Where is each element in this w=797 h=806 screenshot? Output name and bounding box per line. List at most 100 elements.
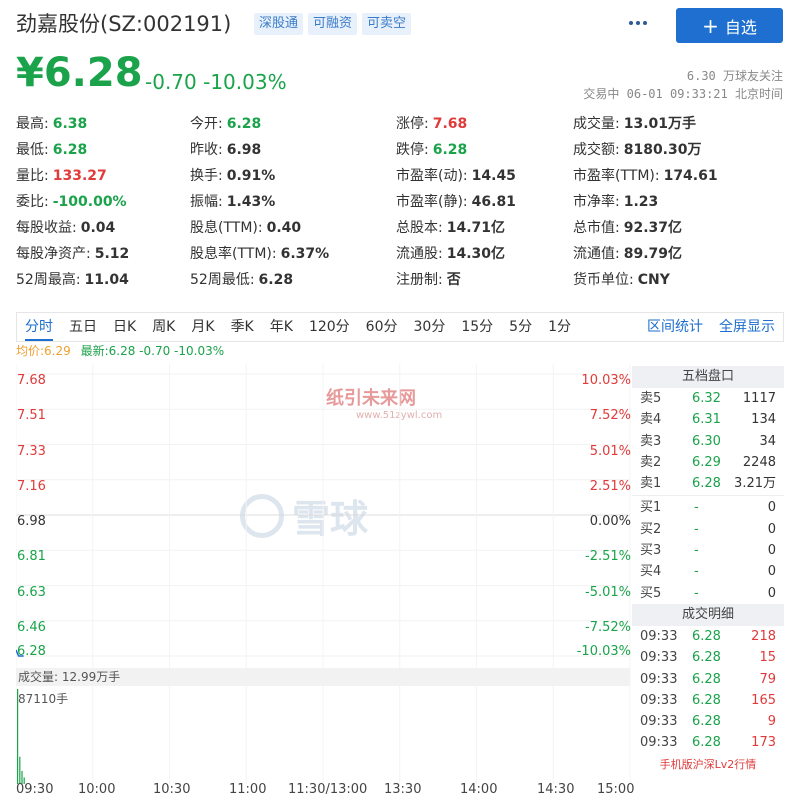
quote-label: 成交额: (573, 142, 620, 158)
x-tick-time: 11:30/13:00 (288, 782, 368, 797)
tab-period[interactable]: 季K (231, 313, 254, 341)
quote-label: 每股收益: (16, 220, 77, 236)
order-price: 6.32 (692, 391, 721, 406)
stock-header: 劲嘉股份(SZ:002191) 深股通 可融资 可卖空 + 自选 (0, 0, 797, 48)
trade-status: 交易中 06-01 09:33:21 北京时间 (583, 87, 783, 101)
order-level: 买2 (640, 521, 662, 537)
tag-margin[interactable]: 可融资 (308, 13, 358, 35)
trade-volume: 165 (751, 692, 776, 708)
volume-bar (19, 756, 21, 784)
quote-row: 最低: 6.28 昨收: 6.98 跌停: 6.28 成交额: 8180.30万 (16, 140, 786, 166)
y-tick-percent: 5.01% (589, 443, 631, 459)
lv2-link[interactable]: 手机版沪深Lv2行情 (632, 756, 784, 772)
quote-value: 6.98 (226, 142, 262, 158)
quote-label: 市净率: (573, 194, 620, 210)
trade-volume: 79 (759, 671, 776, 687)
quote-value: 1.43% (226, 194, 276, 210)
order-book-row: 卖2 6.29 2248 (632, 452, 784, 473)
trade-price: 6.28 (692, 671, 721, 687)
current-price: ¥6.28 (16, 50, 143, 96)
quote-value: 6.28 (432, 142, 468, 158)
y-tick-percent: -10.03% (576, 644, 631, 659)
tag-short-sell[interactable]: 可卖空 (362, 13, 412, 35)
tab-period[interactable]: 年K (270, 313, 293, 341)
quote-value: 5.12 (94, 246, 130, 262)
quote-cell: 流通股: 14.30亿 (396, 244, 505, 264)
quote-value: 6.38 (52, 116, 88, 132)
y-tick-percent: -2.51% (585, 549, 631, 565)
tab-period[interactable]: 月K (191, 313, 214, 341)
quote-label: 今开: (190, 116, 223, 132)
tab-period[interactable]: 60分 (366, 313, 398, 341)
tab-period[interactable]: 30分 (414, 313, 446, 341)
order-level: 买3 (640, 543, 662, 559)
order-price: 6.30 (692, 433, 721, 449)
trade-row: 09:33 6.28 79 (632, 669, 784, 690)
quote-label: 振幅: (190, 194, 223, 210)
order-volume: 0 (767, 564, 776, 580)
quote-value: 0.04 (80, 220, 116, 236)
y-tick-price: 6.81 (17, 549, 46, 565)
order-level: 买5 (640, 585, 662, 601)
price-change: -0.70 -10.03% (145, 70, 287, 94)
period-bar: 分时 五日 日K 周K 月K 季K 年K 120分 60分 30分 15分 5分 1分 区间统计 全屏显… (16, 312, 784, 342)
more-options-icon[interactable] (626, 12, 650, 34)
quote-label: 总股本: (396, 220, 443, 236)
trade-price: 6.28 (692, 628, 721, 644)
quote-value: CNY (637, 272, 670, 288)
tab-period[interactable]: 15分 (461, 313, 493, 341)
latest-price-legend: 最新:6.28 -0.70 -10.03% (80, 344, 225, 358)
quote-cell: 股息(TTM): 0.40 (190, 218, 301, 238)
quote-value: 1.23 (623, 194, 659, 210)
fullscreen-link[interactable]: 全屏显示 (719, 313, 775, 341)
quote-cell: 注册制: 否 (396, 270, 461, 290)
quote-cell: 涨停: 7.68 (396, 114, 467, 134)
y-tick-percent: -5.01% (585, 584, 631, 600)
range-stats-link[interactable]: 区间统计 (647, 313, 703, 341)
tab-period[interactable]: 五日 (69, 313, 97, 341)
tab-period[interactable]: 5分 (509, 313, 532, 341)
tab-period[interactable]: 1分 (548, 313, 571, 341)
intraday-chart[interactable] (16, 364, 634, 789)
quote-value: 174.61 (663, 168, 718, 184)
trade-volume: 173 (751, 735, 776, 751)
follower-count: 6.30 万球友关注 (686, 69, 783, 83)
tag-shenguntong[interactable]: 深股通 (254, 13, 304, 35)
order-book-row: 卖3 6.30 34 (632, 431, 784, 452)
x-tick-time: 11:00 (229, 782, 267, 797)
y-tick-percent: 2.51% (589, 478, 631, 494)
tab-period[interactable]: 日K (113, 313, 136, 341)
add-watchlist-button[interactable]: + 自选 (676, 8, 783, 43)
quote-cell: 最高: 6.38 (16, 114, 87, 134)
trade-row: 09:33 6.28 15 (632, 647, 784, 668)
order-volume: 134 (751, 412, 776, 428)
trade-row: 09:33 6.28 218 (632, 626, 784, 647)
order-volume: 0 (767, 500, 776, 516)
tab-period[interactable]: 120分 (309, 313, 350, 341)
quote-value: 6.28 (258, 272, 294, 288)
quote-cell: 成交额: 8180.30万 (573, 140, 701, 160)
quote-value: 0.40 (266, 220, 302, 236)
quote-cell: 总股本: 14.71亿 (396, 218, 505, 238)
quote-cell: 跌停: 6.28 (396, 140, 467, 160)
quote-label: 最低: (16, 142, 49, 158)
quote-row: 52周最高: 11.04 52周最低: 6.28 注册制: 否 货币单位: CNY (16, 270, 786, 296)
quote-value: 7.68 (432, 116, 468, 132)
quote-cell: 委比: -100.00% (16, 192, 127, 212)
quote-label: 成交量: (573, 116, 620, 132)
chart-canvas (16, 364, 631, 784)
order-level: 买4 (640, 564, 662, 580)
tab-period[interactable]: 分时 (25, 313, 53, 341)
trade-volume: 218 (751, 628, 776, 644)
order-book-row: 买1 - 0 (632, 497, 784, 518)
order-price: - (694, 521, 699, 537)
tab-period[interactable]: 周K (152, 313, 175, 341)
trade-time: 09:33 (640, 692, 678, 708)
quote-value: 8180.30万 (623, 142, 702, 158)
quote-label: 流通股: (396, 246, 443, 262)
x-tick-time: 10:30 (153, 782, 191, 797)
order-book-divider (632, 495, 784, 497)
y-tick-price: 6.46 (17, 619, 46, 635)
order-level: 卖5 (640, 391, 662, 406)
trade-time: 09:33 (640, 628, 678, 644)
